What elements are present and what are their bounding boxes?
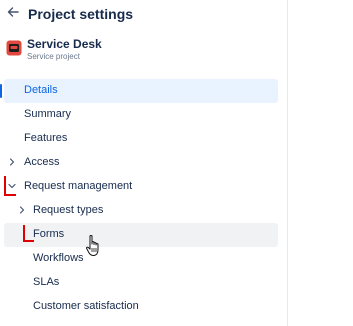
nav-item-label: Workflows xyxy=(33,252,84,264)
nav-item-customer-satisfaction[interactable]: Customer satisfaction xyxy=(4,295,278,319)
project-settings-sidebar: Project settings Service Desk Service pr… xyxy=(0,0,288,326)
nav-item-label: Request management xyxy=(24,180,133,192)
sidebar-header: Project settings xyxy=(0,0,288,28)
nav-item-access[interactable]: Access xyxy=(4,151,278,175)
nav-item-label: Summary xyxy=(24,108,72,120)
service-desk-project-icon xyxy=(6,40,22,56)
nav-item-label: Customer satisfaction xyxy=(33,300,139,312)
annotation-mark xyxy=(23,225,34,242)
project-type: Service project xyxy=(27,52,80,61)
hand-pointer-cursor-icon xyxy=(86,235,99,256)
nav-item-features[interactable]: Features xyxy=(4,127,278,151)
selected-indicator xyxy=(0,84,2,98)
nav-item-label: Details xyxy=(24,84,58,96)
nav-item-summary[interactable]: Summary xyxy=(4,103,278,127)
nav-item-slas[interactable]: SLAs xyxy=(4,271,278,295)
nav-item-workflows[interactable]: Workflows xyxy=(4,247,278,271)
project-name: Service Desk xyxy=(27,37,102,51)
nav-item-request-types[interactable]: Request types xyxy=(4,199,278,223)
nav-item-details[interactable]: Details xyxy=(0,79,278,103)
nav-item-label: Request types xyxy=(33,204,104,216)
chevron-right-icon[interactable] xyxy=(17,205,27,215)
nav-item-label: Features xyxy=(24,132,68,144)
nav-item-label: Access xyxy=(24,156,60,168)
chevron-right-icon[interactable] xyxy=(7,157,17,167)
nav-item-request-management[interactable]: Request management xyxy=(4,175,278,199)
nav-item-label: SLAs xyxy=(33,276,60,288)
annotation-mark xyxy=(4,176,16,196)
nav-item-label: Forms xyxy=(33,228,65,240)
sidebar-divider xyxy=(287,0,288,326)
nav-item-forms[interactable]: Forms xyxy=(4,223,278,247)
page-title: Project settings xyxy=(28,6,134,22)
arrow-left-icon[interactable] xyxy=(6,5,20,19)
